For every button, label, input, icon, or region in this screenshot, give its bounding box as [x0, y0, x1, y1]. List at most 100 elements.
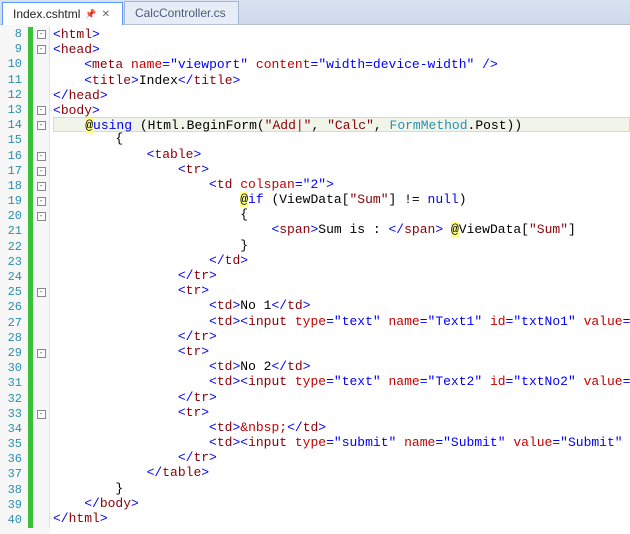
code-line[interactable]: <td><input type="text" name="Text2" id="…	[53, 374, 630, 389]
line-number: 10	[0, 57, 28, 72]
code-line[interactable]: </td>	[53, 253, 630, 268]
fold-margin	[28, 513, 50, 528]
line-number: 21	[0, 224, 28, 239]
tab-index-cshtml[interactable]: Index.cshtml 📌 ✕	[2, 2, 123, 25]
close-icon[interactable]: ✕	[102, 9, 110, 20]
code-line[interactable]: <head>	[53, 42, 630, 57]
code-line[interactable]: {	[53, 131, 630, 146]
fold-margin	[28, 452, 50, 467]
code-line[interactable]: <tr>	[53, 405, 630, 420]
code-editor[interactable]: 8-9-10111213-14-1516-17-18-19-20-2122232…	[0, 25, 630, 534]
code-line[interactable]: <span>Sum is : </span> @ViewData["Sum"]	[53, 222, 630, 237]
line-number: 28	[0, 331, 28, 346]
code-line[interactable]: }	[53, 481, 630, 496]
fold-margin: -	[28, 194, 50, 209]
line-number: 27	[0, 316, 28, 331]
fold-toggle[interactable]: -	[37, 212, 46, 221]
line-number: 38	[0, 483, 28, 498]
fold-toggle[interactable]: -	[37, 349, 46, 358]
fold-margin: -	[28, 209, 50, 224]
fold-toggle[interactable]: -	[37, 152, 46, 161]
fold-margin: -	[28, 346, 50, 361]
line-number: 19	[0, 194, 28, 209]
code-line[interactable]: </table>	[53, 465, 630, 480]
fold-margin: -	[28, 27, 50, 42]
line-number: 36	[0, 452, 28, 467]
code-line[interactable]: </tr>	[53, 268, 630, 283]
code-line[interactable]: </tr>	[53, 390, 630, 405]
code-line[interactable]: <body>	[53, 103, 630, 118]
fold-margin: -	[28, 164, 50, 179]
fold-margin	[28, 437, 50, 452]
line-number: 34	[0, 422, 28, 437]
fold-margin	[28, 133, 50, 148]
code-line[interactable]: <td><input type="submit" name="Submit" v…	[53, 435, 630, 450]
line-number: 14	[0, 118, 28, 133]
fold-margin: -	[28, 103, 50, 118]
fold-margin	[28, 483, 50, 498]
code-line[interactable]: <td>No 1</td>	[53, 298, 630, 313]
fold-margin: -	[28, 149, 50, 164]
fold-margin: -	[28, 118, 50, 133]
fold-toggle[interactable]: -	[37, 288, 46, 297]
fold-margin	[28, 255, 50, 270]
fold-margin	[28, 240, 50, 255]
line-number: 29	[0, 346, 28, 361]
line-number: 25	[0, 285, 28, 300]
code-line[interactable]: <td colspan="2">	[53, 177, 630, 192]
fold-margin: -	[28, 42, 50, 57]
code-line[interactable]: </body>	[53, 496, 630, 511]
line-number: 30	[0, 361, 28, 376]
code-line[interactable]: {	[53, 207, 630, 222]
code-line[interactable]: <title>Index</title>	[53, 73, 630, 88]
fold-margin	[28, 57, 50, 72]
line-number: 17	[0, 164, 28, 179]
fold-margin	[28, 498, 50, 513]
tab-calccontroller[interactable]: CalcController.cs	[124, 1, 239, 24]
code-line[interactable]: <meta name="viewport" content="width=dev…	[53, 57, 630, 72]
code-line[interactable]: <td>No 2</td>	[53, 359, 630, 374]
code-line[interactable]: <tr>	[53, 283, 630, 298]
fold-margin	[28, 331, 50, 346]
code-line[interactable]: <td>&nbsp;</td>	[53, 420, 630, 435]
code-line[interactable]: </tr>	[53, 450, 630, 465]
fold-margin	[28, 392, 50, 407]
fold-margin: -	[28, 179, 50, 194]
pin-icon[interactable]: 📌	[85, 9, 96, 20]
fold-margin	[28, 316, 50, 331]
code-line[interactable]: }	[53, 238, 630, 253]
fold-toggle[interactable]: -	[37, 121, 46, 130]
fold-toggle[interactable]: -	[37, 197, 46, 206]
code-line[interactable]: @if (ViewData["Sum"] != null)	[53, 192, 630, 207]
line-number: 24	[0, 270, 28, 285]
code-line[interactable]: </head>	[53, 88, 630, 103]
fold-toggle[interactable]: -	[37, 167, 46, 176]
code-area[interactable]: <html><head> <meta name="viewport" conte…	[50, 25, 630, 534]
code-line[interactable]: <td><input type="text" name="Text1" id="…	[53, 314, 630, 329]
gutter: 8-9-10111213-14-1516-17-18-19-20-2122232…	[0, 25, 50, 534]
line-number: 32	[0, 392, 28, 407]
fold-margin	[28, 73, 50, 88]
fold-toggle[interactable]: -	[37, 45, 46, 54]
code-line[interactable]: <table>	[53, 147, 630, 162]
line-number: 20	[0, 209, 28, 224]
tab-bar: Index.cshtml 📌 ✕ CalcController.cs	[0, 0, 630, 25]
fold-toggle[interactable]: -	[37, 30, 46, 39]
line-number: 23	[0, 255, 28, 270]
fold-margin	[28, 300, 50, 315]
line-number: 26	[0, 300, 28, 315]
fold-margin	[28, 224, 50, 239]
fold-margin: -	[28, 285, 50, 300]
code-line[interactable]: <html>	[53, 27, 630, 42]
fold-toggle[interactable]: -	[37, 106, 46, 115]
line-number: 18	[0, 179, 28, 194]
code-line[interactable]: @using (Html.BeginForm("Add|", "Calc", F…	[53, 117, 630, 132]
line-number: 8	[0, 27, 28, 42]
code-line[interactable]: </tr>	[53, 329, 630, 344]
code-line[interactable]: </html>	[53, 511, 630, 526]
fold-toggle[interactable]: -	[37, 182, 46, 191]
code-line[interactable]: <tr>	[53, 162, 630, 177]
fold-toggle[interactable]: -	[37, 410, 46, 419]
code-line[interactable]: <tr>	[53, 344, 630, 359]
line-number: 11	[0, 73, 28, 88]
